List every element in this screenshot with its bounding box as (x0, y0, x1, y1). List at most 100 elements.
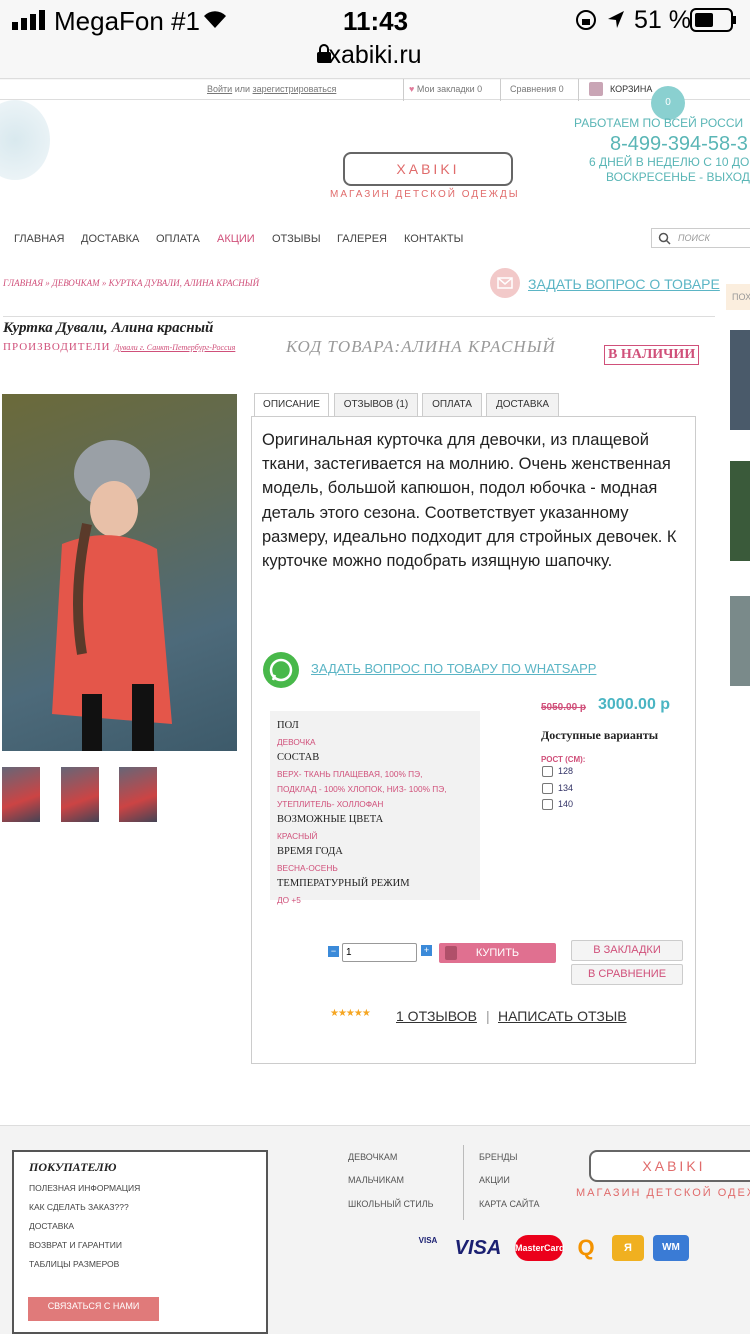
visa-icon: VISA (454, 1237, 502, 1259)
product-properties: ПОЛ ДЕВОЧКА СОСТАВ ВЕРХ- ТКАНЬ ПЛАЩЕВАЯ,… (270, 711, 480, 905)
nav-item-gallery[interactable]: ГАЛЕРЕЯ (337, 233, 387, 245)
qty-increase-button[interactable]: + (421, 945, 432, 956)
write-review-link[interactable]: НАПИСАТЬ ОТЗЫВ (498, 1008, 627, 1024)
size-option[interactable]: 128 (542, 766, 574, 778)
prop-label: ПОЛ (277, 720, 299, 731)
qty-decrease-button[interactable]: − (328, 946, 339, 957)
tab-description[interactable]: ОПИСАНИЕ (254, 393, 329, 417)
ask-question-link[interactable]: ЗАДАТЬ ВОПРОС О ТОВАРЕ (528, 276, 720, 292)
nav-item-home[interactable]: ГЛАВНАЯ (14, 233, 64, 245)
manufacturer-label: ПРОИЗВОДИТЕЛИ (3, 341, 111, 353)
nav-item-delivery[interactable]: ДОСТАВКА (81, 233, 139, 245)
footer-link[interactable]: ДОСТАВКА (29, 1221, 74, 1231)
size-value: 134 (558, 783, 574, 793)
site-logo[interactable]: XABIKI (343, 152, 513, 186)
nav-item-contacts[interactable]: КОНТАКТЫ (404, 233, 463, 245)
cart-icon (589, 82, 603, 96)
size-checkbox[interactable] (542, 766, 553, 778)
site-tagline: МАГАЗИН ДЕТСКОЙ ОДЕЖДЫ (330, 189, 520, 200)
prop-value: КРАСНЫЙ (277, 831, 318, 841)
contact-line-1: РАБОТАЕМ ПО ВСЕЙ РОССИ (574, 116, 744, 130)
footer-link[interactable]: ДЕВОЧКАМ (348, 1152, 397, 1162)
envelope-icon (490, 268, 520, 298)
prop-value: УТЕПЛИТЕЛЬ- ХОЛЛОФАН (277, 799, 384, 809)
footer-link[interactable]: БРЕНДЫ (479, 1152, 517, 1162)
wifi-icon (204, 11, 226, 28)
tab-reviews[interactable]: ОТЗЫВОВ (1) (334, 393, 418, 417)
page-title: Куртка Дували, Алина красный (3, 320, 214, 336)
product-thumbnail[interactable] (119, 767, 157, 822)
add-compare-button[interactable]: В СРАВНЕНИЕ (571, 964, 683, 985)
nav-item-reviews[interactable]: ОТЗЫВЫ (272, 233, 321, 245)
footer-divider (463, 1145, 464, 1220)
buy-label: КУПИТЬ (475, 947, 520, 959)
prop-label: ВРЕМЯ ГОДА (277, 846, 343, 857)
prop-value: ДЕВОЧКА (277, 737, 316, 747)
prop-label: ВОЗМОЖНЫЕ ЦВЕТА (277, 814, 384, 825)
product-thumbnail[interactable] (61, 767, 99, 822)
cart-count-badge: 0 (651, 86, 685, 120)
footer-link[interactable]: КАРТА САЙТА (479, 1199, 540, 1209)
manufacturer-link[interactable]: Дували г. Санкт-Петербург-Россия (114, 343, 235, 352)
register-link[interactable]: зарегистрироваться (253, 84, 337, 94)
stock-badge: В НАЛИЧИИ (604, 345, 700, 365)
reviews-divider: | (486, 1008, 490, 1024)
quantity-input[interactable] (342, 943, 417, 962)
contact-us-button[interactable]: СВЯЗАТЬСЯ С НАМИ (28, 1297, 159, 1321)
qiwi-icon: Q (577, 1235, 595, 1260)
manufacturer: ПРОИЗВОДИТЕЛИ Дували г. Санкт-Петербург-… (3, 341, 235, 353)
login-link[interactable]: Войти (207, 84, 232, 94)
carrier-name: MegaFon #1 (54, 6, 200, 36)
nav-item-sales[interactable]: АКЦИИ (217, 233, 255, 245)
contact-line-3: ВОСКРЕСЕНЬЕ - ВЫХОДН (606, 170, 750, 184)
compare-link[interactable]: Сравнения 0 (510, 84, 564, 94)
tab-delivery[interactable]: ДОСТАВКА (486, 393, 559, 417)
size-checkbox[interactable] (542, 799, 553, 811)
old-price: 5050.00 р (541, 702, 587, 713)
footer-link[interactable]: ШКОЛЬНЫЙ СТИЛЬ (348, 1199, 434, 1209)
product-thumbnail[interactable] (2, 767, 40, 822)
bag-icon (445, 946, 457, 960)
battery-percent: 51 % (634, 6, 691, 34)
prop-value: ВЕСНА-ОСЕНЬ (277, 863, 338, 873)
webmoney-icon: WM (653, 1235, 689, 1261)
footer-link[interactable]: ВОЗВРАТ И ГАРАНТИИ (29, 1240, 122, 1250)
address-bar-url[interactable]: xabiki.ru (0, 41, 750, 70)
footer-link[interactable]: КАК СДЕЛАТЬ ЗАКАЗ??? (29, 1202, 129, 1212)
add-bookmark-button[interactable]: В ЗАКЛАДКИ (571, 940, 683, 961)
footer-link[interactable]: АКЦИИ (479, 1175, 510, 1185)
footer-link[interactable]: ТАБЛИЦЫ РАЗМЕРОВ (29, 1259, 119, 1269)
size-option[interactable]: 134 (542, 783, 574, 795)
visa-small-icon: VISA (418, 1236, 438, 1245)
side-product-image[interactable] (730, 461, 750, 561)
footer-tagline: МАГАЗИН ДЕТСКОЙ ОДЕЖДЫ (576, 1187, 750, 1199)
phone-number[interactable]: 8-499-394-58-3 (610, 133, 748, 156)
size-value: 128 (558, 766, 574, 776)
top-links-bar: Войти или зарегистрироваться ♥ Мои закла… (0, 78, 750, 101)
breadcrumb[interactable]: ГЛАВНАЯ » ДЕВОЧКАМ » КУРТКА ДУВАЛИ, АЛИН… (3, 278, 259, 288)
product-photo[interactable] (2, 394, 237, 751)
search-placeholder: ПОИСК (678, 233, 710, 243)
browser-status-bar: MegaFon #1 11:43 51 % xabiki.ru (0, 0, 750, 80)
search-icon (658, 232, 671, 245)
size-option[interactable]: 140 (542, 799, 574, 811)
search-input[interactable]: ПОИСК (651, 228, 750, 248)
main-nav: ГЛАВНАЯ ДОСТАВКА ОПЛАТА АКЦИИ ОТЗЫВЫ ГАЛ… (0, 229, 750, 249)
size-value: 140 (558, 799, 574, 809)
nav-item-payment[interactable]: ОПЛАТА (156, 233, 200, 245)
footer-logo[interactable]: XABIKI (589, 1150, 750, 1182)
side-product-image[interactable] (730, 596, 750, 686)
buy-button[interactable]: КУПИТЬ (439, 943, 556, 963)
whatsapp-link[interactable]: ЗАДАТЬ ВОПРОС ПО ТОВАРУ ПО WHATSAPP (311, 661, 596, 676)
bookmarks-link[interactable]: ♥ Мои закладки 0 (409, 84, 482, 94)
signal-icon (12, 10, 45, 30)
tab-payment[interactable]: ОПЛАТА (422, 393, 482, 417)
size-checkbox[interactable] (542, 783, 553, 795)
reviews-count-link[interactable]: 1 ОТЗЫВОВ (396, 1008, 477, 1024)
footer-link[interactable]: МАЛЬЧИКАМ (348, 1175, 404, 1185)
whatsapp-icon[interactable] (263, 652, 299, 688)
side-product-image[interactable] (730, 330, 750, 430)
cart-link[interactable]: КОРЗИНА (610, 84, 652, 94)
side-banner[interactable]: ПОХ (726, 284, 750, 310)
footer-link[interactable]: ПОЛЕЗНАЯ ИНФОРМАЦИЯ (29, 1183, 140, 1193)
